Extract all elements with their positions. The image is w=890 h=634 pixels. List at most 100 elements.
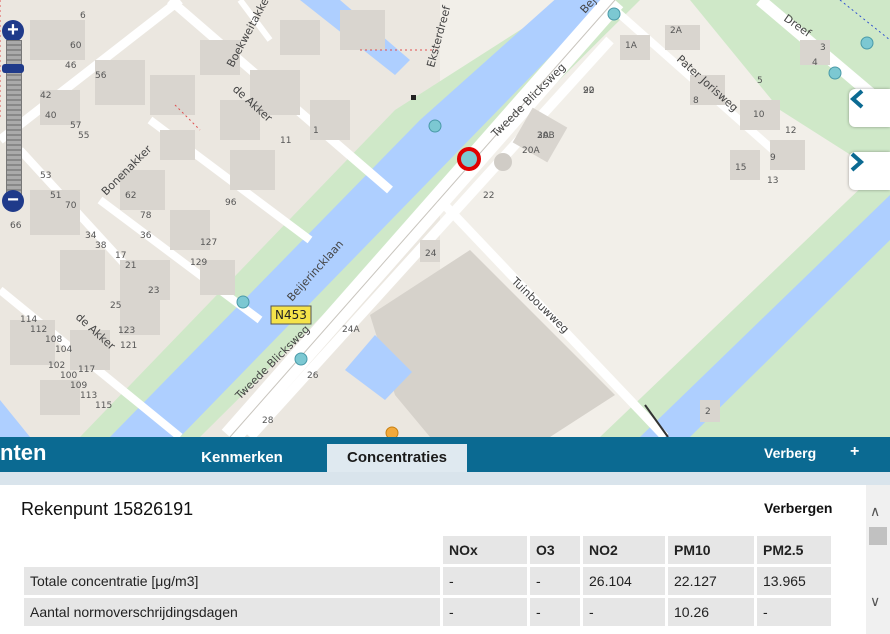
house-number: 2A (670, 26, 683, 36)
expand-plus-button[interactable]: + (850, 443, 859, 461)
table-cell: 22.127 (668, 567, 754, 595)
house-number: 34 (85, 231, 97, 241)
header-cell: NO2 (583, 536, 665, 564)
house-number: 51 (50, 191, 61, 201)
header-cell (24, 536, 440, 564)
verbergen-link[interactable]: Verbergen (764, 500, 832, 516)
house-number: 46 (65, 61, 77, 71)
table-cell: - (530, 598, 580, 626)
house-number: 112 (30, 325, 47, 335)
house-number: 92 (583, 86, 594, 96)
house-number: 25 (110, 301, 121, 311)
tab-concentraties[interactable]: Concentraties (327, 444, 467, 472)
table-cell: - (583, 598, 665, 626)
house-number: 78 (140, 211, 152, 221)
house-number: 108 (45, 335, 62, 345)
row-label: Aantal normoverschrijdingsdagen (24, 598, 440, 626)
zoom-control[interactable]: + − (2, 20, 24, 212)
point-marker (828, 66, 842, 80)
house-number: 26 (307, 371, 319, 381)
house-number: 12 (785, 126, 796, 136)
map-view[interactable]: N453 Beijerincklaan Bej Tweede Blicksweg… (0, 0, 890, 437)
table-row: Totale concentratie [μg/m3] - - 26.104 2… (24, 567, 831, 595)
house-number: 96 (225, 198, 237, 208)
point-marker (236, 295, 250, 309)
house-number: 38 (95, 241, 107, 251)
house-number: 53 (40, 171, 51, 181)
house-number: 9 (770, 153, 776, 163)
table-cell: - (443, 567, 527, 595)
house-number: 24 (425, 249, 437, 259)
house-number: 62 (125, 191, 136, 201)
house-number: 42 (40, 91, 51, 101)
house-number: 8 (693, 96, 699, 106)
house-number: 28 (262, 416, 274, 426)
table-cell: - (757, 598, 831, 626)
house-number: 6 (80, 11, 86, 21)
house-number: 5 (757, 76, 763, 86)
house-number: 56 (95, 71, 107, 81)
table-row: Aantal normoverschrijdingsdagen - - - 10… (24, 598, 831, 626)
verberg-button[interactable]: Verberg (764, 445, 816, 461)
house-number: 21 (125, 261, 136, 271)
house-number: 70 (65, 201, 77, 211)
road-shield-label: N453 (275, 308, 307, 322)
house-number: 127 (200, 238, 217, 248)
table-cell: 13.965 (757, 567, 831, 595)
house-number: 102 (48, 361, 65, 371)
expand-right-button[interactable] (849, 152, 890, 190)
row-label: Totale concentratie [μg/m3] (24, 567, 440, 595)
house-number: 2 (705, 407, 711, 417)
house-number: 1A (625, 41, 638, 51)
house-number: 20A (522, 146, 540, 156)
house-number: 11 (280, 136, 291, 146)
collapse-left-button[interactable] (849, 89, 890, 127)
table-cell: - (530, 567, 580, 595)
map-canvas[interactable]: N453 Beijerincklaan Bej Tweede Blicksweg… (0, 0, 890, 437)
house-number: 123 (118, 326, 135, 336)
house-number: 40 (45, 111, 57, 121)
content-scrollbar[interactable]: ∧ ∨ (866, 485, 890, 634)
zoom-out-button[interactable]: − (2, 190, 24, 212)
point-marker (428, 119, 442, 133)
house-number: 115 (95, 401, 112, 411)
house-number: 17 (115, 251, 126, 261)
house-number: 117 (78, 365, 95, 375)
header-cell: PM2.5 (757, 536, 831, 564)
concentrations-content: Rekenpunt 15826191 Verbergen NOx O3 NO2 … (0, 485, 866, 634)
point-marker (860, 36, 874, 50)
house-number: 114 (20, 315, 37, 325)
house-number: 10 (753, 110, 765, 120)
point-marker (294, 352, 308, 366)
house-number: 100 (60, 371, 77, 381)
house-number: 129 (190, 258, 207, 268)
rekenpunt-title: Rekenpunt 15826191 (21, 499, 194, 519)
panel-title: nten (0, 440, 47, 465)
header-cell: O3 (530, 536, 580, 564)
zoom-slider-handle[interactable] (2, 64, 24, 73)
house-number: 36 (140, 231, 152, 241)
tab-underline-bar (0, 472, 890, 485)
selected-point-marker[interactable] (457, 147, 481, 171)
panel-header: nten Kenmerken Concentraties Verberg + (0, 437, 890, 472)
house-number: 66 (10, 221, 22, 231)
house-number: 60 (70, 41, 82, 51)
scroll-down-icon[interactable]: ∨ (870, 593, 880, 610)
house-number: 1 (313, 126, 319, 136)
point-marker (385, 426, 399, 437)
house-number: 24A (342, 325, 360, 335)
house-number: 113 (80, 391, 97, 401)
scroll-thumb[interactable] (869, 527, 887, 545)
scroll-up-icon[interactable]: ∧ (870, 503, 880, 520)
table-cell: 10.26 (668, 598, 754, 626)
tab-kenmerken[interactable]: Kenmerken (182, 444, 302, 472)
house-number: 3 (820, 43, 826, 53)
table-cell: 26.104 (583, 567, 665, 595)
table-header-row: NOx O3 NO2 PM10 PM2.5 (24, 536, 831, 564)
chevron-left-icon (849, 89, 864, 109)
header-cell: PM10 (668, 536, 754, 564)
house-number: 22 (483, 191, 494, 201)
house-number: 3A (537, 131, 550, 141)
house-number: 15 (735, 163, 746, 173)
zoom-in-button[interactable]: + (2, 20, 24, 42)
